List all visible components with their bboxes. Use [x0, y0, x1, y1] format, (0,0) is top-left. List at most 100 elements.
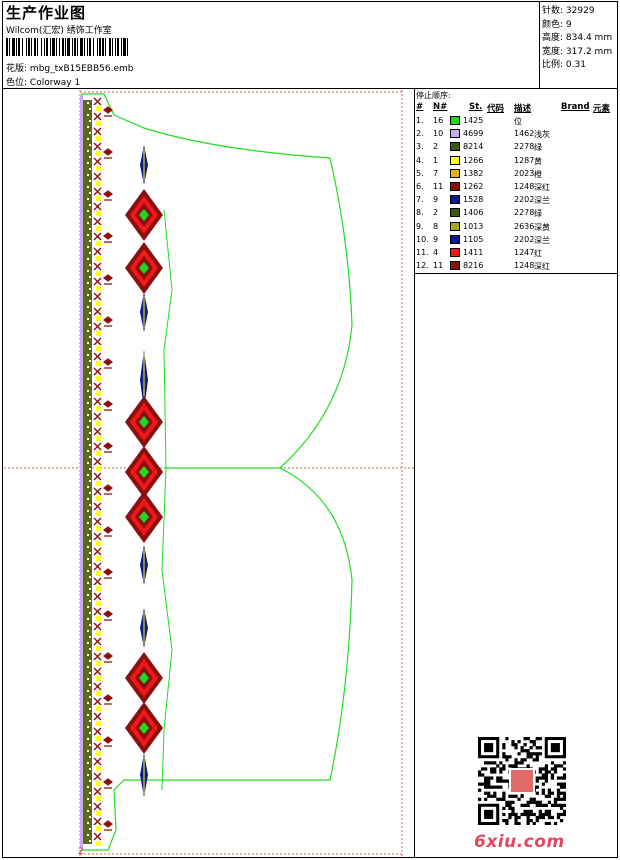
color-swatch — [450, 182, 460, 191]
spike-motif — [140, 753, 148, 797]
legend-row: 1. 16 1425 位 — [415, 115, 617, 128]
col-header-num: # — [416, 102, 424, 112]
row-num: 1. — [416, 116, 424, 125]
legend-row: 3. 2 8214 2278 绿 — [415, 141, 617, 154]
legend-row: 7. 9 1528 2202 深兰 — [415, 194, 617, 207]
color-swatch — [450, 234, 460, 244]
row-st: 1425 — [463, 116, 484, 125]
row-st: 1528 — [463, 195, 484, 205]
row-code: 2202 — [514, 195, 535, 205]
row-st: 8216 — [463, 261, 484, 271]
row-code: 2278 — [514, 208, 535, 218]
col-header-brand: Brand — [561, 102, 590, 112]
pattern-filename: mbg_txB15EBB56.emb — [29, 64, 134, 74]
diamond-motif — [125, 396, 163, 448]
legend-row: 8. 2 1406 2278 绿 — [415, 207, 617, 220]
pattern-label: 花版: — [6, 64, 28, 74]
row-code: 1247 — [514, 248, 535, 257]
row-desc: 位 — [514, 117, 522, 126]
row-code: 1462 — [514, 129, 535, 139]
color-swatch — [450, 129, 460, 139]
row-num: 11. — [416, 248, 429, 257]
stat-height: 高度: 834.4 mm — [542, 33, 613, 43]
color-swatch — [450, 168, 460, 178]
header-divider — [2, 88, 618, 89]
row-desc: 深红 — [534, 262, 550, 272]
inner-outline — [161, 209, 173, 791]
color-swatch — [450, 195, 460, 205]
site-watermark: 6xiu.com — [474, 832, 565, 852]
row-needle: 11 — [433, 182, 444, 191]
col-header-code: 代码 — [487, 104, 505, 114]
page-title: 生产作业图 — [6, 4, 87, 22]
diamond-motif — [125, 491, 163, 543]
spike-motif — [140, 292, 148, 332]
row-num: 3. — [416, 142, 424, 152]
stats-panel: 针数: 32929 颜色: 9 高度: 834.4 mm 宽度: 317.2 m… — [542, 5, 612, 73]
row-desc: 橙 — [534, 169, 542, 179]
row-code: 2023 — [514, 168, 535, 178]
row-st: 1262 — [463, 182, 484, 191]
row-needle: 2 — [433, 142, 439, 152]
row-num: 4. — [416, 155, 424, 165]
row-desc: 深黄 — [534, 222, 550, 232]
row-st: 1382 — [463, 168, 484, 178]
legend-row: 4. 1 1266 1287 黄 — [415, 155, 617, 168]
row-num: 9. — [416, 221, 424, 231]
colorway-value: Colorway 1 — [29, 78, 81, 88]
row-needle: 9 — [433, 234, 439, 244]
row-needle: 4 — [433, 248, 439, 257]
legend-row: 2. 10 4699 1462 浅灰 — [415, 128, 617, 141]
stats-divider — [539, 1, 540, 88]
diamond-motif — [125, 189, 163, 241]
motif-column — [125, 145, 163, 797]
stat-colors: 颜色: 9 — [542, 19, 572, 30]
color-swatch — [450, 116, 460, 125]
color-swatch — [450, 261, 460, 271]
color-swatch — [450, 248, 460, 257]
col-header-needle: N# — [433, 102, 448, 112]
stat-width: 宽度: 317.2 mm — [542, 46, 613, 57]
embroidery-preview: 2 — [4, 90, 414, 858]
color-swatch — [450, 142, 460, 152]
row-code: 2202 — [514, 234, 535, 244]
row-st: 8214 — [463, 142, 484, 152]
row-needle: 11 — [433, 261, 444, 271]
stat-scale: 比例: 0.31 — [542, 60, 586, 70]
qr-code — [478, 737, 566, 825]
color-swatch — [450, 208, 460, 218]
row-num: 6. — [416, 182, 424, 191]
color-swatch — [450, 221, 460, 231]
stop-sequence-label: 停止顺序: — [416, 91, 451, 100]
barcode — [6, 38, 218, 56]
row-st: 1411 — [463, 248, 484, 257]
row-st: 4699 — [463, 129, 484, 139]
row-needle: 9 — [433, 195, 439, 205]
diamond-motif — [125, 242, 163, 294]
row-st: 1105 — [463, 234, 484, 244]
studio-subtitle: Wilcom(汇宏) 绣饰工作室 — [6, 26, 112, 36]
legend-row: 12. 11 8216 1248 深红 — [415, 260, 617, 273]
row-needle: 10 — [433, 129, 444, 139]
row-code: 1248 — [514, 182, 535, 191]
colorway-label: 色位: — [6, 78, 28, 88]
pattern-line: 花版: mbg_txB15EBB56.emb — [6, 61, 133, 74]
legend-row: 5. 7 1382 2023 橙 — [415, 168, 617, 181]
garment-outline — [81, 93, 353, 851]
stat-stitches: 针数: 32929 — [542, 6, 595, 16]
row-st: 1013 — [463, 221, 484, 231]
diamond-motif — [125, 652, 163, 704]
colorway-line: 色位: Colorway 1 — [6, 75, 80, 88]
row-desc: 深兰 — [534, 235, 550, 245]
row-desc: 绿 — [534, 143, 542, 153]
col-header-desc: 描述 — [514, 104, 532, 114]
row-desc: 浅灰 — [534, 130, 550, 140]
row-code: 2278 — [514, 142, 535, 152]
row-desc: 深兰 — [534, 196, 550, 206]
band-patterns — [93, 97, 113, 846]
row-needle: 2 — [433, 208, 439, 218]
corner-marker: 2 — [78, 847, 84, 857]
row-code: 1248 — [514, 261, 535, 271]
diamond-motif — [125, 446, 163, 498]
diamond-motif — [125, 702, 163, 754]
